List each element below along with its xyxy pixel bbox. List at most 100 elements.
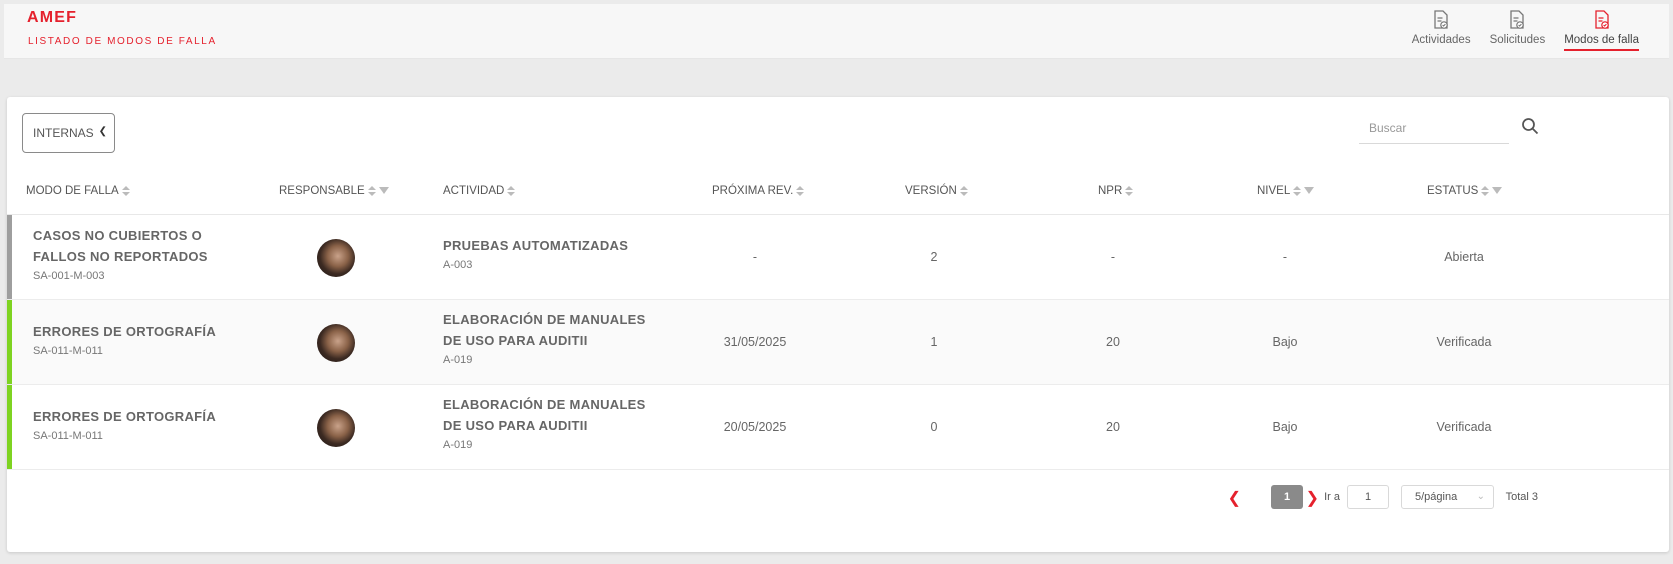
activity-code: A-019	[443, 354, 473, 366]
sort-icon[interactable]	[507, 185, 516, 197]
status-color-bar	[7, 300, 12, 384]
col-nivel[interactable]: NIVEL	[1257, 185, 1315, 197]
avatar	[317, 409, 355, 447]
next-review-date: 20/05/2025	[723, 420, 787, 434]
activity-name: ELABORACIÓN DE MANUALES DE USO PARA AUDI…	[443, 394, 663, 453]
activity-line: DE USO PARA AUDITII	[443, 418, 588, 433]
activity-line: ELABORACIÓN DE MANUALES	[443, 397, 646, 412]
nav-modos-de-falla[interactable]: Modos de falla	[1564, 10, 1639, 51]
nav-label: Actividades	[1411, 34, 1471, 46]
activity-name: ELABORACIÓN DE MANUALES DE USO PARA AUDI…	[443, 309, 663, 368]
sort-icon[interactable]	[367, 185, 376, 197]
level-value: -	[1282, 250, 1288, 264]
col-responsable[interactable]: RESPONSABLE	[279, 185, 389, 197]
activity-name: PRUEBAS AUTOMATIZADAS A-003	[443, 235, 663, 273]
table-row[interactable]: CASOS NO CUBIERTOS O FALLOS NO REPORTADO…	[7, 215, 1669, 300]
npr-value: 20	[1106, 335, 1120, 349]
column-label: PRÓXIMA REV.	[712, 185, 794, 197]
table-header: MODO DE FALLA RESPONSABLE ACTIVIDAD PRÓX…	[7, 177, 1669, 215]
sort-icon[interactable]	[1481, 185, 1490, 197]
search-input[interactable]: Buscar	[1359, 112, 1509, 144]
filter-icon[interactable]	[378, 186, 389, 194]
sort-icon[interactable]	[1293, 185, 1302, 197]
level-value: Bajo	[1272, 335, 1298, 349]
version-value: 2	[930, 250, 938, 264]
goto-page-input[interactable]: 1	[1347, 485, 1389, 509]
npr-value: -	[1110, 250, 1116, 264]
chevron-right-icon[interactable]: ❯	[1306, 488, 1319, 508]
filter-icon[interactable]	[1304, 186, 1315, 194]
col-proxima-rev[interactable]: PRÓXIMA REV.	[712, 185, 805, 197]
col-estatus[interactable]: ESTATUS	[1427, 185, 1503, 197]
pagination: ❮ 1 ❯ Ir a 1 5/página ⌄ Total 3	[1169, 485, 1669, 510]
version-value: 1	[930, 335, 938, 349]
search-icon[interactable]	[1521, 117, 1539, 135]
version-value: 0	[930, 420, 938, 434]
top-nav: Actividades Solicitudes Modos de falla	[1393, 10, 1639, 51]
goto-label: Ir a	[1324, 491, 1340, 503]
next-review-date: -	[752, 250, 758, 264]
nav-label: Modos de falla	[1564, 34, 1639, 46]
page-size-select[interactable]: 5/página ⌄	[1401, 485, 1494, 509]
avatar	[317, 239, 355, 277]
document-check-icon	[1434, 10, 1448, 29]
chevron-down-icon: ❮	[98, 126, 107, 137]
failure-mode-line: ERRORES DE ORTOGRAFÍA	[33, 409, 217, 424]
avatar	[317, 324, 355, 362]
search-placeholder: Buscar	[1369, 121, 1407, 135]
page-button-current[interactable]: 1	[1271, 485, 1303, 509]
sort-icon[interactable]	[1125, 185, 1134, 197]
column-label: ACTIVIDAD	[443, 185, 505, 197]
column-label: RESPONSABLE	[279, 185, 365, 197]
failure-mode-name: ERRORES DE ORTOGRAFÍA SA-011-M-011	[33, 321, 233, 359]
col-npr[interactable]: NPR	[1098, 185, 1134, 197]
column-label: VERSIÓN	[905, 185, 957, 197]
failure-mode-line: FALLOS NO REPORTADOS	[33, 249, 208, 264]
app-title: AMEF	[27, 9, 78, 26]
failure-mode-name: CASOS NO CUBIERTOS O FALLOS NO REPORTADO…	[33, 225, 233, 284]
nav-solicitudes[interactable]: Solicitudes	[1489, 10, 1546, 50]
nav-label: Solicitudes	[1489, 34, 1546, 46]
chevron-left-icon[interactable]: ❮	[1228, 488, 1241, 508]
type-filter-select[interactable]: INTERNAS ❮	[22, 113, 115, 153]
next-review-date: 31/05/2025	[723, 335, 787, 349]
npr-value: 20	[1106, 420, 1120, 434]
failure-mode-line: ERRORES DE ORTOGRAFÍA	[33, 324, 217, 339]
status-color-bar	[7, 215, 12, 299]
chevron-down-icon: ⌄	[1476, 491, 1485, 502]
failure-mode-name: ERRORES DE ORTOGRAFÍA SA-011-M-011	[33, 406, 233, 444]
activity-line: ELABORACIÓN DE MANUALES	[443, 312, 646, 327]
column-label: MODO DE FALLA	[26, 185, 119, 197]
document-check-icon	[1594, 10, 1609, 29]
failure-mode-code: SA-011-M-011	[33, 430, 103, 442]
document-check-icon	[1510, 10, 1525, 29]
activity-code: A-003	[443, 259, 473, 271]
page-subtitle: LISTADO DE MODOS DE FALLA	[28, 36, 217, 47]
col-modo-de-falla[interactable]: MODO DE FALLA	[26, 185, 130, 197]
col-version[interactable]: VERSIÓN	[905, 185, 968, 197]
table-row[interactable]: ERRORES DE ORTOGRAFÍA SA-011-M-011 ELABO…	[7, 300, 1669, 385]
page-size-value: 5/página	[1415, 491, 1458, 503]
sort-icon[interactable]	[959, 185, 968, 197]
sort-icon[interactable]	[796, 185, 805, 197]
status-color-bar	[7, 385, 12, 469]
total-count: Total 3	[1505, 491, 1538, 503]
failure-mode-line: CASOS NO CUBIERTOS O	[33, 228, 203, 243]
filter-icon[interactable]	[1492, 186, 1503, 194]
column-label: NPR	[1098, 185, 1123, 197]
filter-value: INTERNAS	[33, 126, 94, 140]
col-actividad[interactable]: ACTIVIDAD	[443, 185, 516, 197]
activity-code: A-019	[443, 439, 473, 451]
table-row[interactable]: ERRORES DE ORTOGRAFÍA SA-011-M-011 ELABO…	[7, 385, 1669, 470]
top-header: AMEF LISTADO DE MODOS DE FALLA Actividad…	[4, 4, 1669, 59]
failure-mode-code: SA-001-M-003	[33, 270, 105, 282]
status-value: Abierta	[1444, 250, 1484, 264]
nav-actividades[interactable]: Actividades	[1412, 10, 1471, 50]
column-label: NIVEL	[1257, 185, 1291, 197]
status-value: Verificada	[1436, 335, 1492, 349]
failure-modes-card: INTERNAS ❮ Buscar MODO DE FALLA RESPONSA…	[7, 97, 1669, 552]
status-value: Verificada	[1436, 420, 1492, 434]
activity-line: PRUEBAS AUTOMATIZADAS	[443, 238, 629, 253]
sort-icon[interactable]	[121, 185, 130, 197]
column-label: ESTATUS	[1427, 185, 1479, 197]
